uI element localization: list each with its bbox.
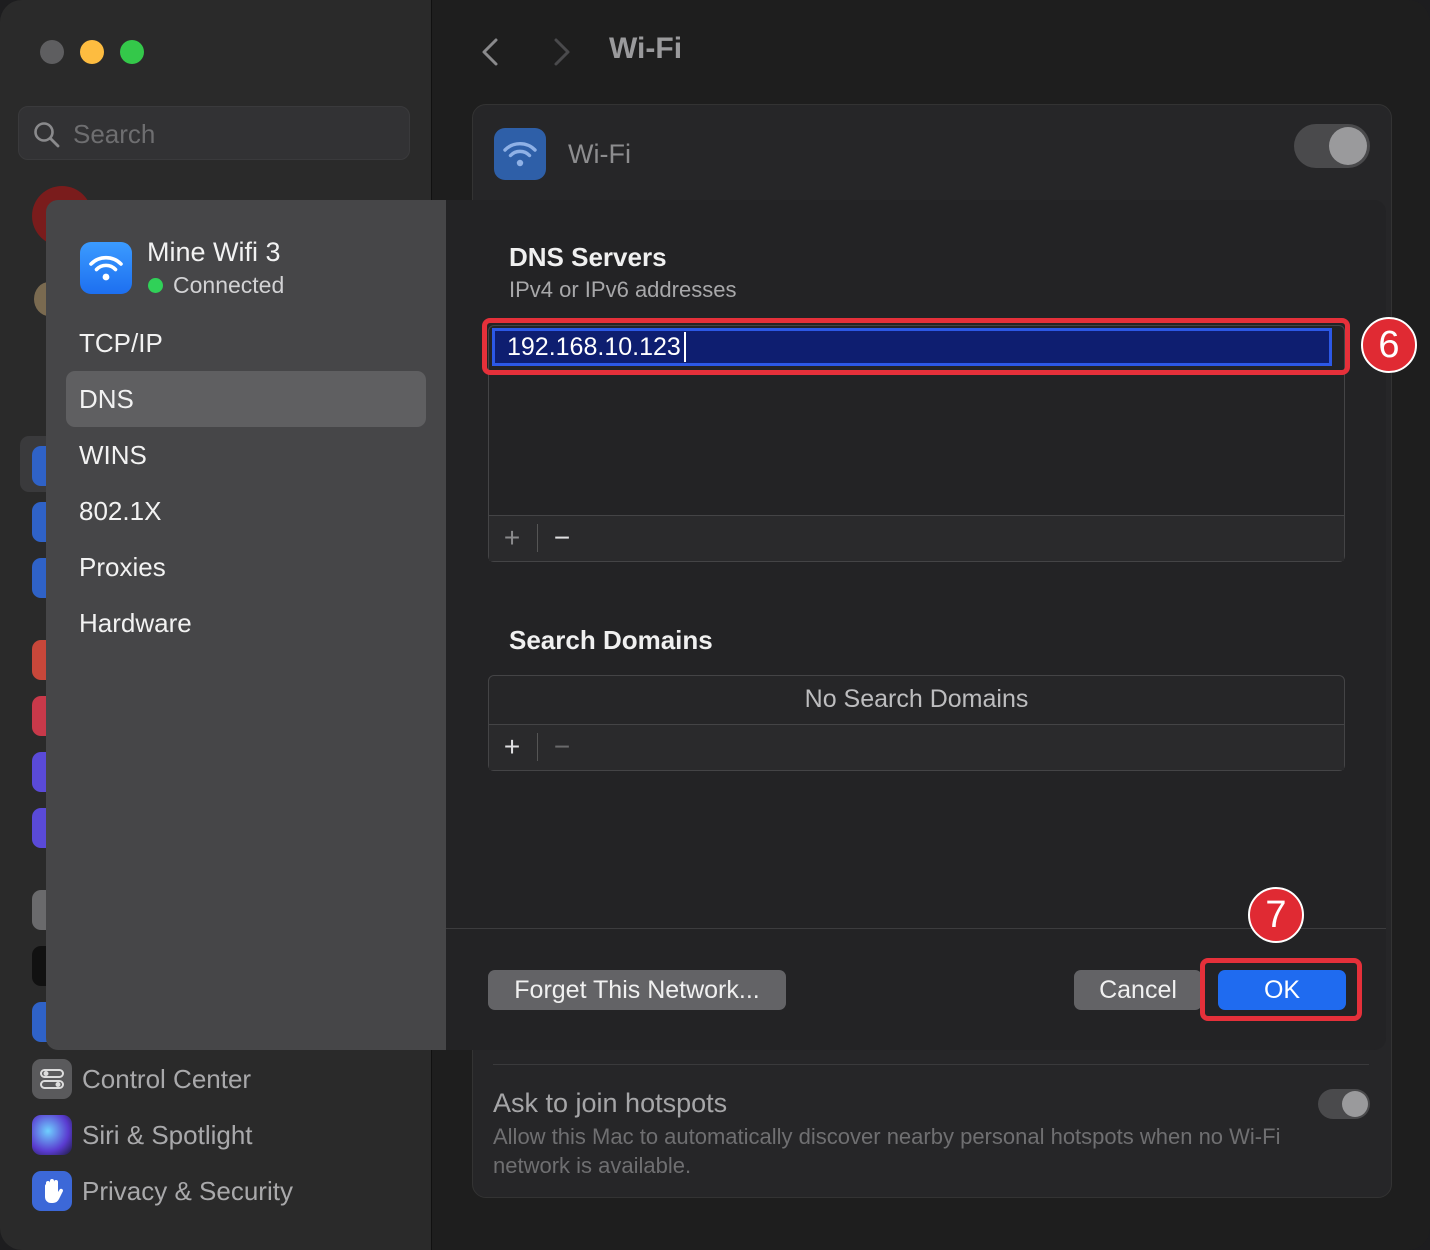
hotspot-description: Allow this Mac to automatically discover… (493, 1124, 1281, 1178)
remove-dns-button[interactable]: − (539, 520, 585, 556)
tab-tcpip[interactable]: TCP/IP (66, 315, 426, 371)
wifi-row-label: Wi-Fi (568, 139, 631, 169)
network-status-text: Connected (173, 272, 285, 298)
settings-window: Control Center Siri & Spotlight Privacy … (0, 0, 1430, 1250)
sidebar-item-label: Control Center (82, 1063, 252, 1094)
hotspot-title: Ask to join hotspots (493, 1088, 728, 1118)
forget-network-button[interactable]: Forget This Network... (488, 970, 786, 1010)
dns-servers-subtitle: IPv4 or IPv6 addresses (509, 277, 737, 302)
wifi-icon (80, 242, 132, 294)
step-badge-7: 7 (1248, 887, 1304, 943)
tab-dns[interactable]: DNS (66, 371, 426, 427)
highlight-dns-entry (482, 318, 1350, 375)
sidebar-item-privacy[interactable]: Privacy & Security (32, 1169, 293, 1213)
remove-search-domain-button[interactable]: − (539, 729, 585, 765)
sidebar-item-label: Privacy & Security (82, 1175, 293, 1206)
search-input[interactable] (71, 115, 395, 153)
tab-proxies[interactable]: Proxies (66, 539, 426, 595)
sidebar-item-control-center[interactable]: Control Center (32, 1057, 251, 1101)
cancel-button[interactable]: Cancel (1074, 970, 1202, 1010)
minimize-window-button[interactable] (80, 40, 104, 64)
add-search-domain-button[interactable]: + (489, 729, 535, 765)
search-domains-toolbar: + − (489, 724, 1344, 770)
connected-status-dot-icon (148, 278, 163, 293)
tab-8021x[interactable]: 802.1X (66, 483, 426, 539)
siri-icon (32, 1115, 72, 1155)
hand-icon (32, 1171, 72, 1211)
search-icon (34, 122, 60, 148)
step-badge-6: 6 (1361, 317, 1417, 373)
close-window-button[interactable] (40, 40, 64, 64)
wifi-toggle[interactable] (1294, 124, 1370, 168)
sidebar-item-label: Siri & Spotlight (82, 1119, 253, 1150)
wifi-app-icon (494, 128, 546, 180)
divider (446, 928, 1386, 929)
tab-hardware[interactable]: Hardware (66, 595, 426, 651)
zoom-window-button[interactable] (120, 40, 144, 64)
network-status: Connected (148, 272, 284, 299)
control-center-icon (32, 1059, 72, 1099)
add-dns-button[interactable]: + (489, 520, 535, 556)
search-domains-title: Search Domains (509, 625, 713, 655)
sidebar-item-siri[interactable]: Siri & Spotlight (32, 1113, 253, 1157)
back-chevron-icon[interactable] (476, 34, 506, 70)
search-domains-empty-message: No Search Domains (804, 685, 1029, 713)
network-name: Mine Wifi 3 (147, 237, 281, 267)
dns-servers-title: DNS Servers (509, 242, 667, 272)
sidebar-search[interactable] (18, 106, 410, 160)
tab-wins[interactable]: WINS (66, 427, 426, 483)
highlight-ok-button (1200, 958, 1362, 1021)
forward-chevron-icon[interactable] (546, 34, 576, 70)
page-title: Wi-Fi (609, 32, 683, 65)
hotspot-toggle[interactable] (1318, 1089, 1370, 1119)
dns-list-toolbar: + − (489, 515, 1344, 561)
divider (493, 1064, 1369, 1065)
